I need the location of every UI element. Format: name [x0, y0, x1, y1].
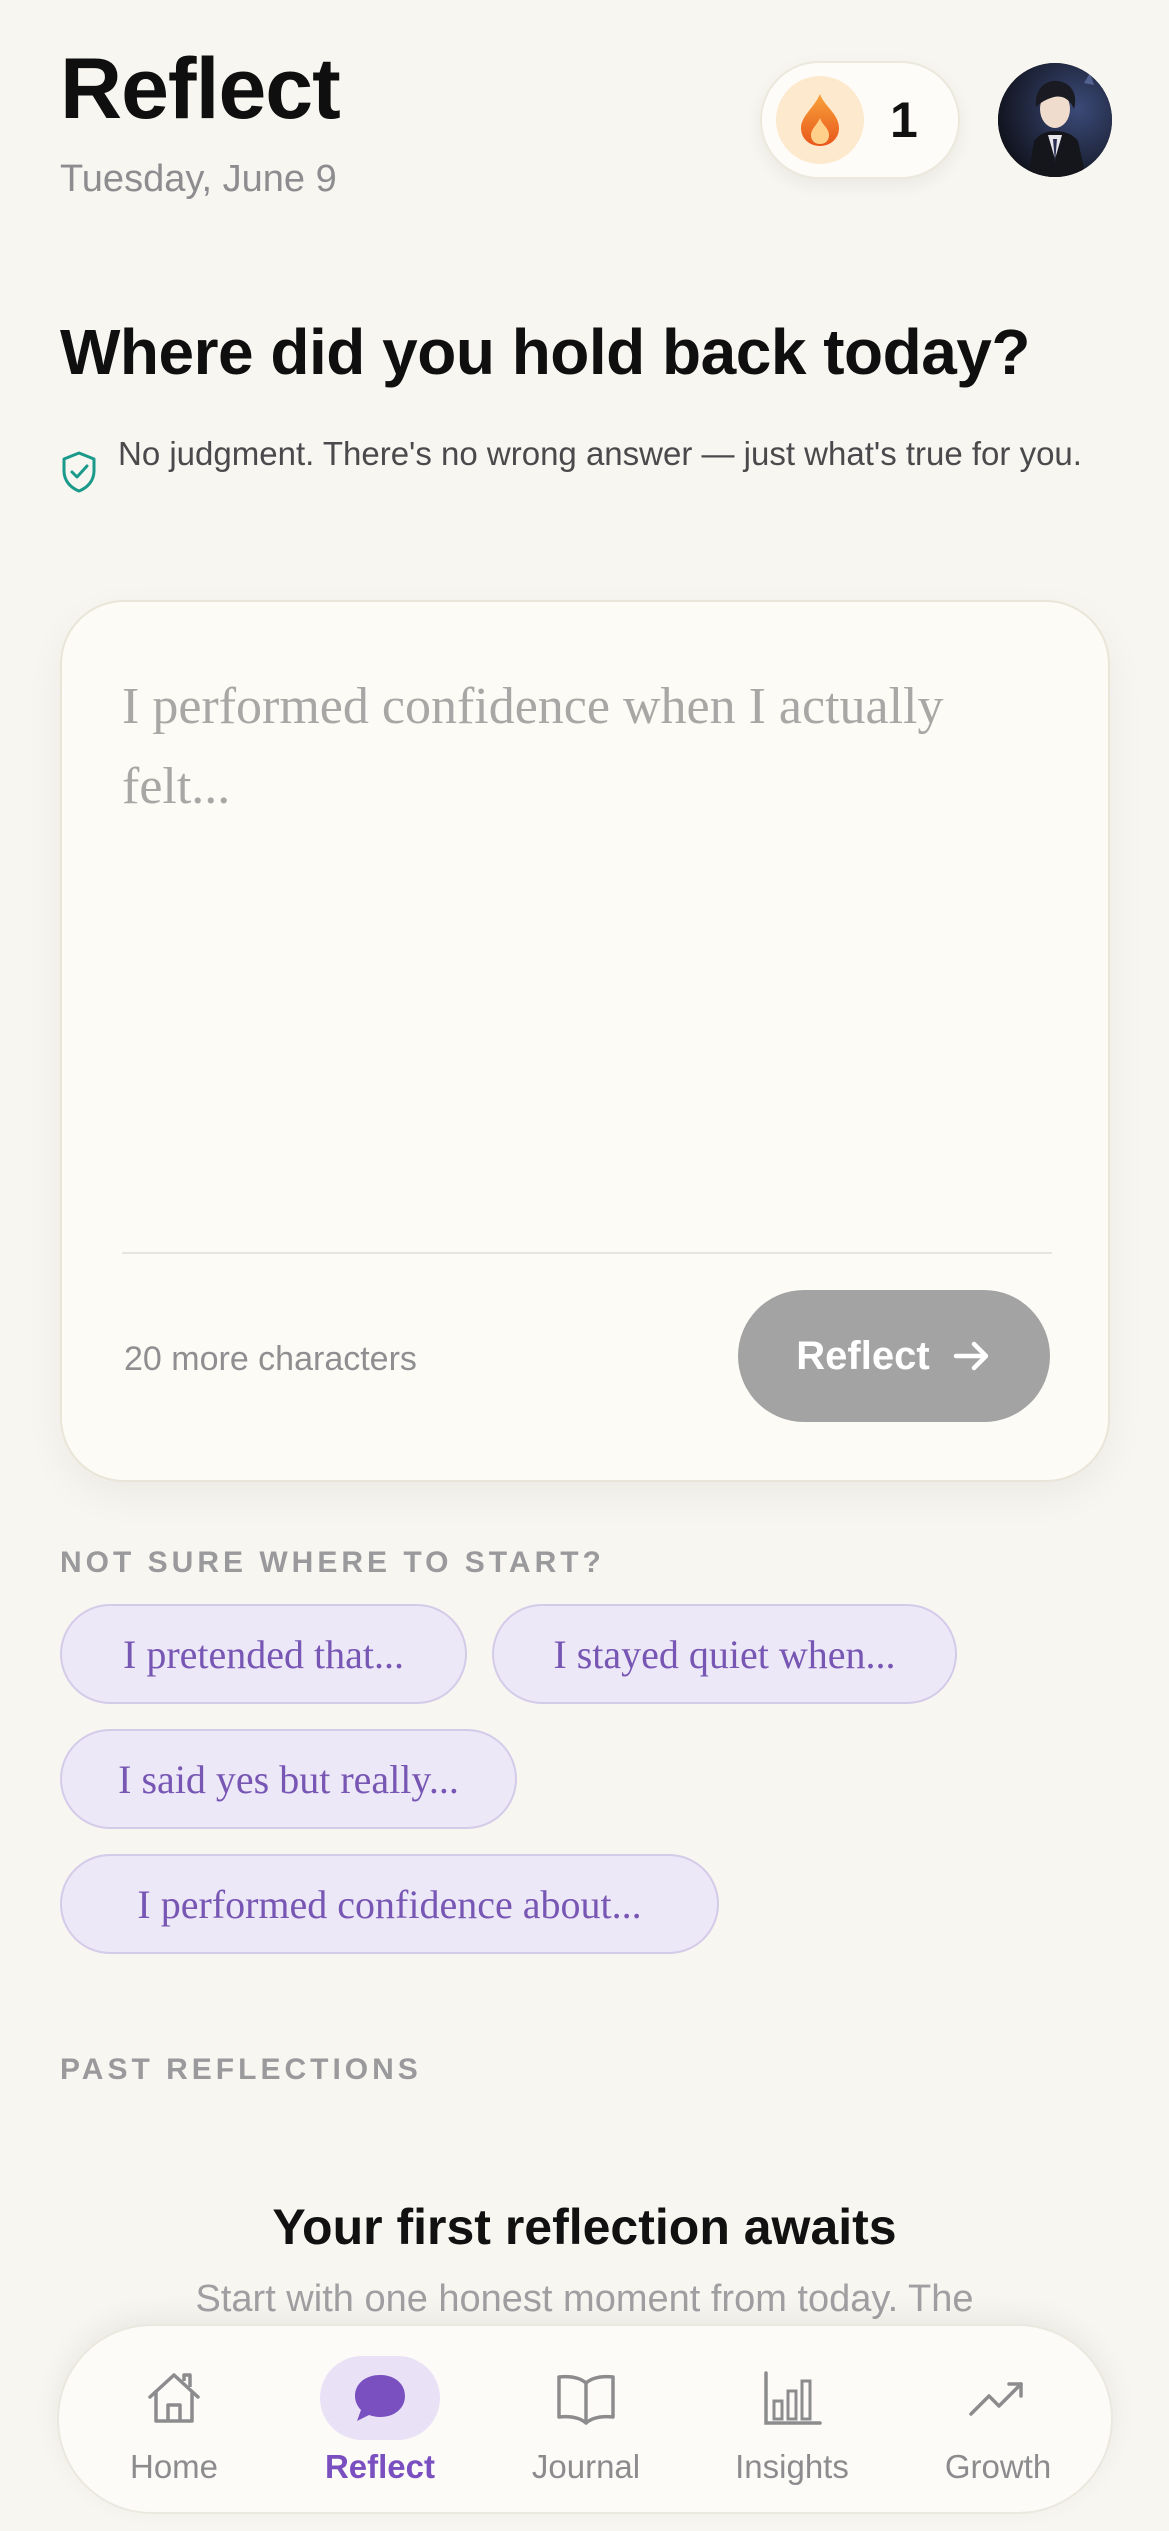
bottom-nav: Home Reflect Journal Insights Growth	[57, 2324, 1113, 2514]
nav-item-growth[interactable]: Growth	[898, 2326, 1098, 2516]
current-date: Tuesday, June 9	[60, 158, 337, 200]
empty-state-title: Your first reflection awaits	[272, 2199, 897, 2255]
reflect-submit-button[interactable]: Reflect	[738, 1290, 1050, 1422]
reassurance-text: No judgment. There's no wrong answer — j…	[118, 435, 1082, 472]
empty-state-subtitle: Start with one honest moment from today.…	[195, 2278, 974, 2320]
nav-item-journal[interactable]: Journal	[486, 2326, 686, 2516]
chat-bubble-icon	[320, 2356, 440, 2440]
book-icon	[526, 2356, 646, 2440]
reflection-input[interactable]	[122, 667, 1052, 1227]
reflection-card: 20 more characters Reflect	[60, 600, 1110, 1482]
flame-icon	[776, 76, 864, 164]
home-icon	[114, 2356, 234, 2440]
suggestion-chip[interactable]: I stayed quiet when...	[492, 1604, 957, 1704]
reflect-screen: Reflect Tuesday, June 9 1 Where did you …	[0, 0, 1169, 2531]
reassurance-note: No judgment. There's no wrong answer — j…	[60, 428, 1110, 494]
nav-item-home[interactable]: Home	[74, 2326, 274, 2516]
nav-label-home: Home	[129, 2448, 219, 2485]
nav-item-reflect[interactable]: Reflect	[280, 2326, 480, 2516]
card-divider	[122, 1252, 1052, 1254]
nav-label-insights: Insights	[735, 2448, 849, 2485]
streak-badge[interactable]: 1	[760, 61, 960, 179]
character-count-hint: 20 more characters	[124, 1340, 417, 1378]
nav-label-journal: Journal	[531, 2448, 641, 2485]
nav-label-growth: Growth	[944, 2448, 1052, 2485]
nav-label-reflect: Reflect	[324, 2448, 436, 2485]
suggestions-label: NOT SURE WHERE TO START?	[60, 1546, 605, 1579]
prompt-question: Where did you hold back today?	[60, 316, 1030, 388]
nav-item-insights[interactable]: Insights	[692, 2326, 892, 2516]
trend-up-icon	[938, 2356, 1058, 2440]
suggestion-chip[interactable]: I performed confidence about...	[60, 1854, 719, 1954]
suggestion-chip[interactable]: I pretended that...	[60, 1604, 467, 1704]
shield-check-icon	[62, 451, 96, 493]
streak-count: 1	[890, 92, 918, 148]
user-avatar[interactable]	[998, 63, 1112, 177]
suggestion-chip[interactable]: I said yes but really...	[60, 1729, 517, 1829]
bar-chart-icon	[732, 2356, 852, 2440]
past-reflections-label: PAST REFLECTIONS	[60, 2053, 422, 2086]
page-title: Reflect	[60, 41, 341, 137]
arrow-right-icon	[953, 1341, 988, 1371]
reflect-button-label: Reflect	[796, 1333, 930, 1378]
